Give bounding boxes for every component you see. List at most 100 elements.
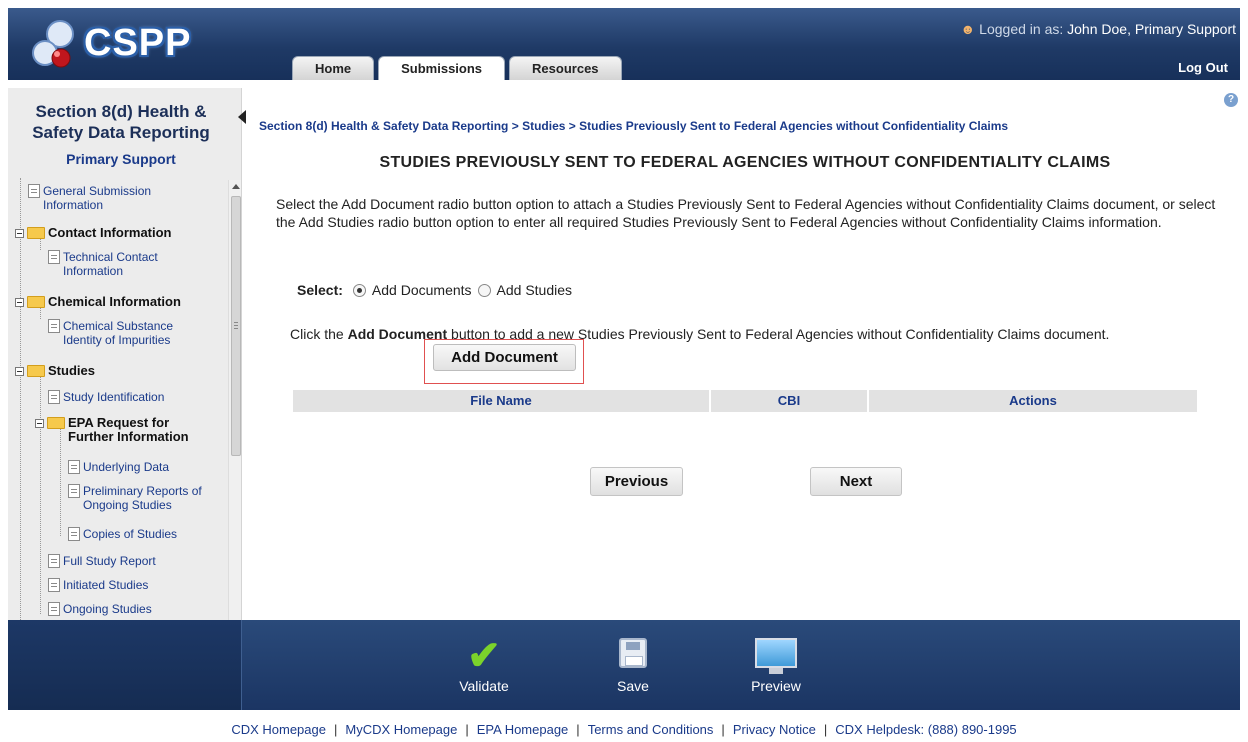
monitor-icon — [755, 638, 797, 674]
document-icon — [48, 602, 60, 616]
document-icon — [48, 250, 60, 264]
tree-item-label: Chemical Substance Identity of Impurities — [63, 319, 173, 347]
cspp-logo: CSPP — [30, 16, 200, 72]
collapse-toggle-icon[interactable] — [15, 367, 24, 376]
tree-item-contact-information[interactable]: Contact Information — [15, 226, 172, 240]
document-icon — [48, 390, 60, 404]
tree-item-label-line2: Ongoing Studies — [83, 498, 172, 512]
preview-button[interactable]: Preview — [746, 638, 806, 694]
breadcrumb-studies[interactable]: Studies — [522, 119, 565, 133]
tree-item-label: Initiated Studies — [63, 578, 149, 592]
column-header-cbi[interactable]: CBI — [711, 390, 869, 412]
scrollbar-thumb[interactable] — [231, 196, 241, 456]
tab-home[interactable]: Home — [292, 56, 375, 80]
validate-label: Validate — [459, 678, 509, 694]
document-icon — [68, 460, 80, 474]
previous-button[interactable]: Previous — [590, 467, 683, 496]
footer-link-mycdx-homepage[interactable]: MyCDX Homepage — [345, 722, 457, 737]
add-documents-radio[interactable] — [352, 283, 366, 297]
tree-item-chemical-information[interactable]: Chemical Information — [15, 295, 181, 309]
tree-item-label: Study Identification — [63, 390, 165, 404]
tree-item-label-line1: EPA Request for — [68, 415, 170, 430]
tree-item-technical-contact[interactable]: Technical Contact Information — [48, 250, 158, 278]
save-button[interactable]: Save — [610, 638, 656, 694]
footer-link-privacy[interactable]: Privacy Notice — [733, 722, 816, 737]
tree-item-studies[interactable]: Studies — [15, 364, 95, 378]
next-button[interactable]: Next — [810, 467, 902, 496]
tree-item-underlying-data[interactable]: Underlying Data — [68, 460, 169, 474]
tree-line — [20, 178, 21, 620]
footer-separator: | — [465, 722, 469, 737]
tree-item-label-line1: Preliminary Reports of — [83, 484, 202, 498]
footer-separator: | — [333, 722, 338, 737]
add-documents-label[interactable]: Add Documents — [372, 282, 472, 298]
flask-logo-icon — [32, 20, 74, 68]
footer-link-epa-homepage[interactable]: EPA Homepage — [477, 722, 569, 737]
column-header-file-name[interactable]: File Name — [293, 390, 711, 412]
tree-item-preliminary-reports[interactable]: Preliminary Reports of Ongoing Studies — [68, 484, 202, 512]
documents-table-header: File Name CBI Actions — [293, 390, 1197, 412]
page-title: STUDIES PREVIOUSLY SENT TO FEDERAL AGENC… — [379, 154, 1111, 171]
tree-item-label: Copies of Studies — [83, 527, 178, 541]
tree-item-epa-request[interactable]: EPA Request for Further Information — [35, 416, 189, 444]
tree-item-label-line1: General Submission — [43, 184, 152, 198]
add-studies-radio[interactable] — [477, 283, 491, 297]
folder-icon — [27, 365, 45, 377]
sidebar-title-line2: Safety Data Reporting — [32, 123, 210, 142]
add-studies-label[interactable]: Add Studies — [497, 282, 573, 298]
tree-item-label: Technical Contact Information — [63, 250, 158, 278]
sidebar: Section 8(d) Health & Safety Data Report… — [8, 88, 242, 620]
checkmark-icon: ✔ — [467, 634, 501, 678]
footer-link-cdx-homepage[interactable]: CDX Homepage — [231, 722, 326, 737]
logged-in-label: Logged in as: — [979, 21, 1064, 37]
footer-link-helpdesk[interactable]: CDX Helpdesk: (888) 890-1995 — [835, 722, 1016, 737]
tree-item-label: Chemical Information — [48, 294, 181, 309]
document-icon — [68, 527, 80, 541]
user-icon: ☻ — [960, 21, 976, 37]
collapse-toggle-icon[interactable] — [35, 419, 44, 428]
footer-separator: | — [823, 722, 828, 737]
tree-item-label: Underlying Data — [83, 460, 170, 474]
tree-item-label: EPA Request for Further Information — [68, 416, 189, 444]
add-document-button[interactable]: Add Document — [433, 344, 576, 371]
folder-icon — [47, 417, 65, 429]
tree-item-ongoing-studies[interactable]: Ongoing Studies — [48, 602, 152, 616]
collapse-sidebar-icon[interactable] — [238, 110, 246, 124]
sidebar-title: Section 8(d) Health & Safety Data Report… — [8, 101, 234, 143]
tree-item-label-line2: Information — [43, 198, 104, 212]
tab-submissions[interactable]: Submissions — [378, 56, 506, 80]
tree-item-label-line2: Identity of Impurities — [63, 333, 171, 347]
tree-item-study-identification[interactable]: Study Identification — [48, 390, 164, 404]
logout-link[interactable]: Log Out — [1178, 60, 1228, 75]
footer-link-terms[interactable]: Terms and Conditions — [588, 722, 714, 737]
toolbar-left-panel — [8, 620, 242, 710]
select-option-row: Select: Add Documents Add Studies — [297, 282, 578, 298]
scroll-up-arrow-icon[interactable] — [232, 184, 240, 189]
validate-button[interactable]: ✔ Validate — [452, 634, 516, 694]
footer-links: CDX Homepage | MyCDX Homepage | EPA Homepage… — [0, 722, 1248, 737]
column-header-actions: Actions — [869, 390, 1197, 412]
help-icon[interactable]: ? — [1224, 93, 1238, 107]
action-toolbar: ✔ Validate Save Preview — [8, 620, 1240, 710]
tree-item-copies-of-studies[interactable]: Copies of Studies — [68, 527, 177, 541]
tree-item-full-study-report[interactable]: Full Study Report — [48, 554, 156, 568]
sidebar-scrollbar[interactable] — [228, 180, 241, 620]
breadcrumb-section[interactable]: Section 8(d) Health & Safety Data Report… — [259, 119, 508, 133]
save-label: Save — [617, 678, 649, 694]
tree-item-label: Contact Information — [48, 225, 172, 240]
logged-in-status: ☻ Logged in as: John Doe, Primary Support — [960, 21, 1236, 37]
tree-item-label: Ongoing Studies — [63, 602, 152, 616]
tree-item-label-line1: Technical Contact — [63, 250, 158, 264]
add-text-prefix: Click the — [290, 326, 348, 342]
tab-resources[interactable]: Resources — [509, 56, 622, 80]
tree-item-chemical-substance[interactable]: Chemical Substance Identity of Impurities — [48, 319, 173, 347]
breadcrumb-current[interactable]: Studies Previously Sent to Federal Agenc… — [579, 119, 1008, 133]
tree-line — [40, 374, 41, 614]
breadcrumb-separator: > — [568, 119, 576, 133]
tree-item-general-submission[interactable]: General Submission Information — [28, 184, 151, 212]
save-icon-wrap — [610, 638, 656, 674]
collapse-toggle-icon[interactable] — [15, 298, 24, 307]
tree-item-initiated-studies[interactable]: Initiated Studies — [48, 578, 148, 592]
collapse-toggle-icon[interactable] — [15, 229, 24, 238]
preview-label: Preview — [751, 678, 801, 694]
